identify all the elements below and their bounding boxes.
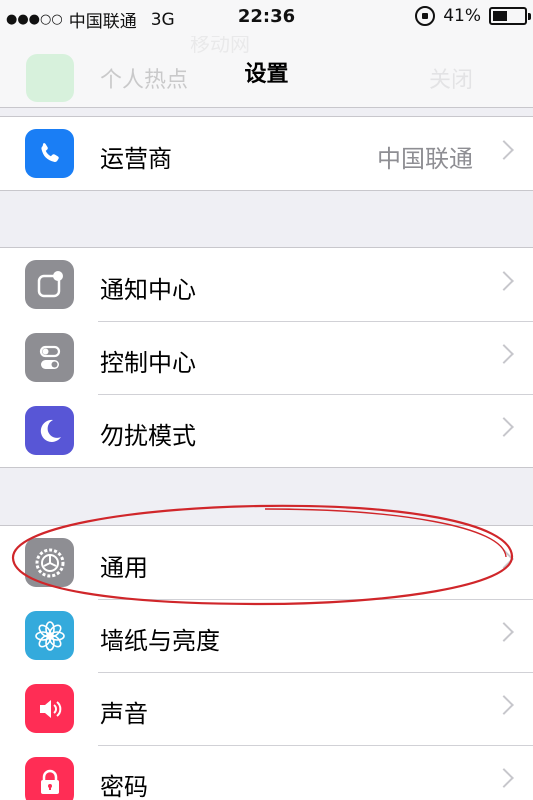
settings-row-wallpaper[interactable]: 墙纸与亮度 <box>0 599 533 672</box>
system-group: 通知中心 控制中心 勿扰模式 <box>0 247 533 468</box>
row-label: 密码 <box>100 773 148 800</box>
speaker-icon <box>25 684 74 733</box>
chevron-right-icon <box>494 344 514 364</box>
carrier-group: 运营商 中国联通 <box>0 116 533 191</box>
row-label: 通用 <box>100 554 148 582</box>
status-right: 41% <box>415 6 531 26</box>
settings-row-general[interactable]: 通用 <box>0 526 533 599</box>
row-value: 中国联通 <box>377 145 473 173</box>
moon-icon <box>25 406 74 455</box>
page-title: 设置 <box>244 62 289 87</box>
row-label: 声音 <box>100 700 148 728</box>
settings-row-notification-center[interactable]: 通知中心 <box>0 248 533 321</box>
settings-row-passcode[interactable]: 密码 <box>0 745 533 800</box>
status-bar: ●●●○○ 中国联通 3G 22:36 41% <box>0 0 533 36</box>
row-label: 通知中心 <box>100 276 196 304</box>
row-label: 控制中心 <box>100 349 196 377</box>
chevron-right-icon <box>494 417 514 437</box>
chevron-right-icon <box>494 768 514 788</box>
flower-icon <box>25 611 74 660</box>
chevron-right-icon <box>494 695 514 715</box>
row-label: 勿扰模式 <box>100 422 196 450</box>
row-label: 墙纸与亮度 <box>100 627 220 655</box>
settings-row-sounds[interactable]: 声音 <box>0 672 533 745</box>
notification-center-icon <box>25 260 74 309</box>
settings-row-control-center[interactable]: 控制中心 <box>0 321 533 394</box>
settings-row-carrier[interactable]: 运营商 中国联通 <box>0 117 533 190</box>
control-center-icon <box>25 333 74 382</box>
gear-icon <box>25 538 74 587</box>
chevron-right-icon <box>494 549 514 569</box>
lock-icon <box>25 757 74 800</box>
chevron-right-icon <box>494 622 514 642</box>
settings-row-do-not-disturb[interactable]: 勿扰模式 <box>0 394 533 467</box>
battery-icon <box>489 7 531 25</box>
navigation-bar: 移动网 个人热点 关闭 设置 <box>0 32 533 108</box>
chevron-right-icon <box>494 140 514 160</box>
chevron-right-icon <box>494 271 514 291</box>
rotation-lock-icon <box>415 6 436 26</box>
battery-percent: 41% <box>443 6 481 26</box>
general-group: 通用 墙纸与亮度 声音 密码 <box>0 525 533 800</box>
row-label: 运营商 <box>100 145 172 173</box>
phone-icon <box>25 129 74 178</box>
